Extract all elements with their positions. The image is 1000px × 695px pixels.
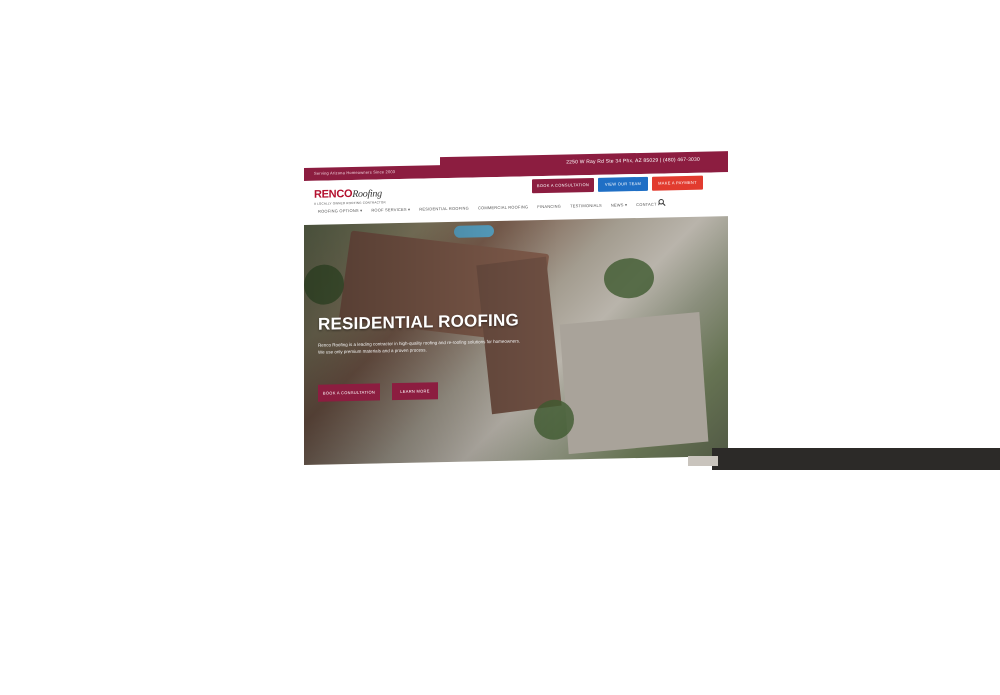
book-consultation-button[interactable]: BOOK A CONSULTATION — [532, 177, 594, 194]
make-payment-button[interactable]: MAKE A PAYMENT — [652, 175, 703, 191]
decorative-shard — [688, 456, 718, 466]
topbar-address-phone[interactable]: 2250 W Ray Rd Ste 34 Phx, AZ 85029 | (48… — [566, 157, 700, 166]
hero-banner: RESIDENTIAL ROOFING Renco Roofing is a l… — [304, 216, 728, 465]
nav-residential-roofing[interactable]: RESIDENTIAL ROOFING — [419, 206, 469, 212]
nav-financing[interactable]: FINANCING — [537, 204, 561, 209]
view-team-button[interactable]: VIEW OUR TEAM — [598, 176, 648, 192]
nav-news[interactable]: NEWS ▾ — [611, 202, 627, 207]
topbar-tagline: Serving Arizona Homeowners Since 2003 — [314, 169, 396, 176]
nav-testimonials[interactable]: TESTIMONIALS — [570, 203, 602, 209]
nav-commercial-roofing[interactable]: COMMERCIAL ROOFING — [478, 204, 528, 210]
logo-wordmark: RENCORoofing — [314, 187, 386, 201]
nav-roofing-options[interactable]: ROOFING OPTIONS ▾ — [318, 208, 362, 214]
decorative-shard — [712, 448, 1000, 470]
nav-roof-services[interactable]: ROOF SERVICES ▾ — [371, 207, 410, 213]
site-header: RENCORoofing A LOCALLY OWNED ROOFING CON… — [304, 172, 728, 223]
site-logo[interactable]: RENCORoofing A LOCALLY OWNED ROOFING CON… — [314, 187, 386, 206]
logo-tagline: A LOCALLY OWNED ROOFING CONTRACTOR — [314, 200, 386, 206]
hero-book-consultation-button[interactable]: BOOK A CONSULTATION — [318, 383, 380, 402]
search-icon[interactable] — [658, 198, 666, 207]
hero-title: RESIDENTIAL ROOFING — [318, 310, 519, 334]
hero-learn-more-button[interactable]: LEARN MORE — [392, 382, 438, 401]
nav-contact[interactable]: CONTACT ▾ — [636, 202, 660, 208]
logo-brand: RENCO — [314, 187, 353, 201]
website-screenshot-frame: Serving Arizona Homeowners Since 2003 22… — [304, 151, 728, 465]
logo-brand-suffix: Roofing — [352, 188, 382, 200]
